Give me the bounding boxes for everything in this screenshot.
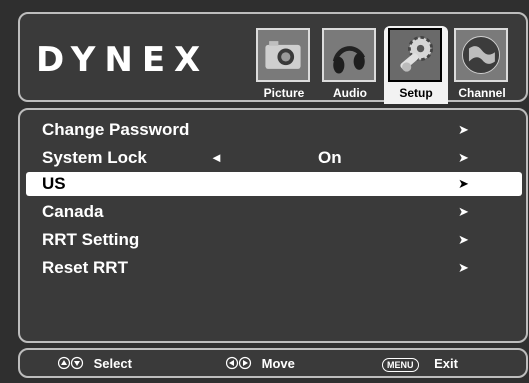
tab-label: Picture [263,86,305,100]
globe-icon [454,28,508,82]
tab-label: Audio [333,86,367,100]
menu-item-reset-rrt[interactable]: Reset RRT ➤ [26,256,522,280]
tab-label: Setup [399,86,433,100]
tab-label: Channel [458,86,506,100]
brand-logo: DYNEX [36,40,210,80]
left-right-arrows-icon [225,356,252,373]
menu-item-system-lock[interactable]: System Lock ◄ On ➤ [26,146,522,170]
gears-icon [388,28,442,82]
camera-icon [256,28,310,82]
setup-menu: Change Password ➤ System Lock ◄ On ➤ US … [18,108,528,343]
chevron-right-icon: ➤ [458,204,469,219]
menu-item-rrt-setting[interactable]: RRT Setting ➤ [26,228,522,252]
chevron-right-icon[interactable]: ➤ [458,146,469,170]
system-lock-value: On [318,148,342,167]
chevron-right-icon: ➤ [458,260,469,275]
chevron-right-icon: ➤ [458,176,469,191]
chevron-right-icon: ➤ [458,122,469,137]
tab-audio[interactable]: Audio [318,26,382,104]
footer-hints: Select Move MENU Exit [18,348,528,378]
up-down-arrows-icon [57,356,84,373]
hint-exit: MENU Exit [382,356,458,372]
tab-picture[interactable]: Picture [252,26,316,104]
menu-tabs: Picture Audio Setup Channel [252,26,528,104]
header-panel: DYNEX Picture Audio Setup Channel [18,12,528,104]
tab-setup[interactable]: Setup [384,26,448,104]
menu-button-icon: MENU [382,357,419,372]
chevron-right-icon: ➤ [458,232,469,247]
hint-select: Select [57,356,132,373]
menu-item-change-password[interactable]: Change Password ➤ [26,118,522,142]
arrow-left-icon[interactable]: ◄ [210,146,223,170]
tab-channel[interactable]: Channel [450,26,514,104]
menu-item-us[interactable]: US ➤ [26,172,522,196]
headphones-icon [322,28,376,82]
menu-item-canada[interactable]: Canada ➤ [26,200,522,224]
hint-move: Move [225,356,295,373]
